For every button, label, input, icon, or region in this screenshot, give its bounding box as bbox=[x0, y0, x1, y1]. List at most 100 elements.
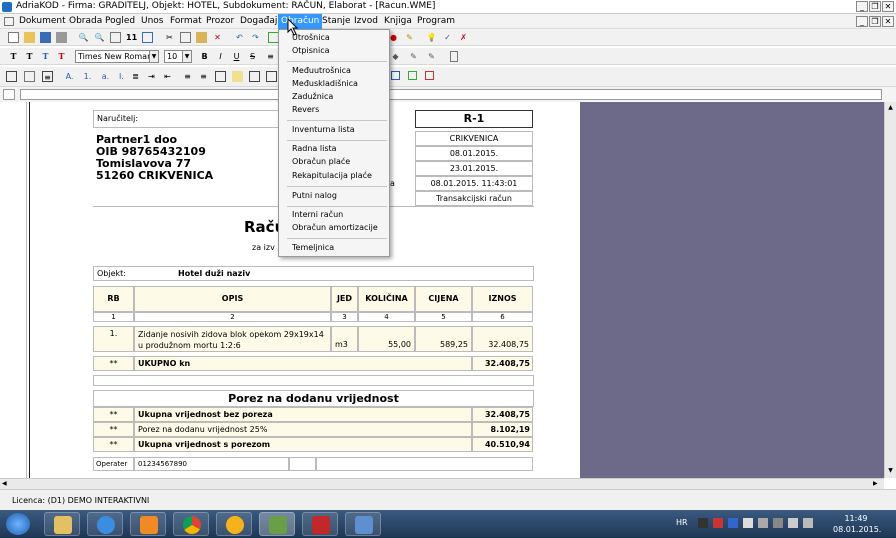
more-icon[interactable] bbox=[450, 51, 458, 62]
menu-item-meduutrosnica[interactable]: Međuutrošnica bbox=[292, 66, 351, 75]
align-icon[interactable]: ≡ bbox=[265, 51, 276, 62]
eraser-icon[interactable]: ✎ bbox=[426, 51, 437, 62]
menu-item-temeljnica[interactable]: Temeljnica bbox=[292, 243, 334, 252]
tray-icon[interactable] bbox=[713, 518, 723, 528]
formula-input[interactable] bbox=[20, 89, 882, 100]
close-button[interactable]: ✕ bbox=[882, 1, 894, 12]
copy-icon[interactable] bbox=[180, 32, 191, 43]
menu-item-putni-nalog[interactable]: Putni nalog bbox=[292, 191, 337, 200]
paste-icon[interactable] bbox=[196, 32, 207, 43]
redo-icon[interactable]: ↷ bbox=[250, 32, 261, 43]
open-icon[interactable] bbox=[24, 32, 35, 43]
menu-dokument[interactable]: Dokument bbox=[19, 16, 66, 26]
tray-icon[interactable] bbox=[773, 518, 783, 528]
menu-stanje[interactable]: Stanje bbox=[322, 16, 351, 26]
check-icon[interactable]: ✓ bbox=[442, 32, 453, 43]
menu-prozor[interactable]: Prozor bbox=[206, 16, 234, 26]
menu-item-revers[interactable]: Revers bbox=[292, 105, 319, 114]
style-t4-icon[interactable]: T bbox=[56, 51, 67, 62]
zoom-icon[interactable]: 🔍 bbox=[94, 32, 105, 43]
table-icon[interactable] bbox=[266, 71, 277, 82]
frame-icon[interactable] bbox=[215, 71, 226, 82]
taskbar-chrome[interactable] bbox=[173, 512, 209, 536]
undo-icon[interactable]: ↶ bbox=[234, 32, 245, 43]
menu-obracun[interactable]: Obračun bbox=[278, 14, 323, 29]
scroll-left-icon[interactable]: ◀ bbox=[2, 480, 7, 487]
menu-item-inventurna-lista[interactable]: Inventurna lista bbox=[292, 125, 355, 134]
fill-icon[interactable]: ◆ bbox=[390, 51, 401, 62]
size-select[interactable]: 10 ▼ bbox=[164, 50, 192, 63]
menu-item-zaduznica[interactable]: Zadužnica bbox=[292, 92, 333, 101]
menu-dogadaji[interactable]: Događaji bbox=[240, 16, 280, 26]
menu-item-radna-lista[interactable]: Radna lista bbox=[292, 144, 337, 153]
columns-icon[interactable] bbox=[142, 32, 153, 43]
list-alpha-icon[interactable]: a. bbox=[100, 71, 111, 82]
tool-c-icon[interactable]: ≡ bbox=[42, 71, 53, 82]
tray-icon[interactable] bbox=[728, 518, 738, 528]
restore-button[interactable]: ❐ bbox=[869, 1, 881, 12]
indent-icon[interactable]: ⇥ bbox=[146, 71, 157, 82]
page-icon[interactable] bbox=[110, 32, 121, 43]
new-icon[interactable] bbox=[8, 32, 19, 43]
vertical-scrollbar[interactable]: ▲ ▼ bbox=[884, 102, 896, 478]
underline-button[interactable]: U bbox=[231, 51, 242, 62]
list-roman-icon[interactable]: I. bbox=[116, 71, 127, 82]
menu-unos[interactable]: Unos bbox=[141, 16, 164, 26]
cross-icon[interactable]: ✗ bbox=[458, 32, 469, 43]
menu-item-interni-racun[interactable]: Interni račun bbox=[292, 210, 343, 219]
bulb-icon[interactable]: 💡 bbox=[426, 32, 437, 43]
tray-icon[interactable] bbox=[758, 518, 768, 528]
taskbar-app3[interactable] bbox=[302, 512, 338, 536]
tool-a-icon[interactable] bbox=[6, 71, 17, 82]
list-bullet-icon[interactable]: ≣ bbox=[130, 71, 141, 82]
style-t2-icon[interactable]: T bbox=[24, 51, 35, 62]
taskbar-app1[interactable] bbox=[216, 512, 252, 536]
language-indicator[interactable]: HR bbox=[676, 518, 688, 527]
italic-button[interactable]: I bbox=[215, 51, 226, 62]
list-1-icon[interactable]: 1. bbox=[82, 71, 93, 82]
menu-obrada[interactable]: Obrada bbox=[69, 16, 102, 26]
menu-item-rekapitulacija-place[interactable]: Rekapitulacija plaće bbox=[292, 171, 372, 180]
note-icon[interactable] bbox=[232, 71, 243, 82]
clock-date[interactable]: 08.01.2015. bbox=[833, 525, 881, 534]
menu-item-otpisnica[interactable]: Otpisnica bbox=[292, 46, 330, 55]
tool-b-icon[interactable] bbox=[24, 71, 35, 82]
scroll-right-icon[interactable]: ▶ bbox=[873, 480, 878, 487]
para-a-icon[interactable]: ≡ bbox=[182, 71, 193, 82]
cut-icon[interactable]: ✂ bbox=[164, 32, 175, 43]
taskbar-media[interactable] bbox=[130, 512, 166, 536]
menu-item-obracun-place[interactable]: Obračun plaće bbox=[292, 157, 350, 166]
scroll-up-icon[interactable]: ▲ bbox=[886, 104, 895, 113]
menu-format[interactable]: Format bbox=[170, 16, 202, 26]
strike-button[interactable]: S bbox=[247, 51, 258, 62]
tray-icon[interactable] bbox=[788, 518, 798, 528]
tray-icon[interactable] bbox=[743, 518, 753, 528]
brush-icon[interactable]: ✎ bbox=[404, 32, 415, 43]
taskbar-app2[interactable] bbox=[259, 512, 295, 536]
bold-button[interactable]: B bbox=[199, 51, 210, 62]
menu-pogled[interactable]: Pogled bbox=[105, 16, 135, 26]
font-select[interactable]: Times New Roman ▼ bbox=[75, 50, 159, 63]
minimize-button[interactable]: _ bbox=[856, 1, 868, 12]
menu-item-meduskladisnica[interactable]: Međuskladišnica bbox=[292, 79, 358, 88]
blue-square-icon[interactable] bbox=[391, 71, 400, 80]
list-a-icon[interactable]: A. bbox=[64, 71, 75, 82]
menu-item-obracun-amortizacije[interactable]: Obračun amortizacije bbox=[292, 223, 378, 232]
taskbar-app4[interactable] bbox=[345, 512, 381, 536]
doc-restore-button[interactable]: ❐ bbox=[869, 16, 881, 27]
taskbar-explorer[interactable] bbox=[44, 512, 80, 536]
delete-icon[interactable]: ✕ bbox=[212, 32, 223, 43]
menu-program[interactable]: Program bbox=[417, 16, 455, 26]
grid-icon[interactable] bbox=[249, 71, 260, 82]
cell-ref-box[interactable] bbox=[3, 89, 15, 100]
tray-icon[interactable] bbox=[803, 518, 813, 528]
doc-minimize-button[interactable]: _ bbox=[856, 16, 868, 27]
horizontal-scrollbar[interactable]: ◀ ▶ bbox=[0, 478, 884, 489]
pen-icon[interactable]: ✎ bbox=[408, 51, 419, 62]
green-square-icon[interactable] bbox=[408, 71, 417, 80]
start-button[interactable] bbox=[6, 513, 30, 535]
scroll-down-icon[interactable]: ▼ bbox=[886, 467, 895, 476]
outdent-icon[interactable]: ⇤ bbox=[162, 71, 173, 82]
taskbar-ie[interactable] bbox=[87, 512, 123, 536]
save-icon[interactable] bbox=[40, 32, 51, 43]
